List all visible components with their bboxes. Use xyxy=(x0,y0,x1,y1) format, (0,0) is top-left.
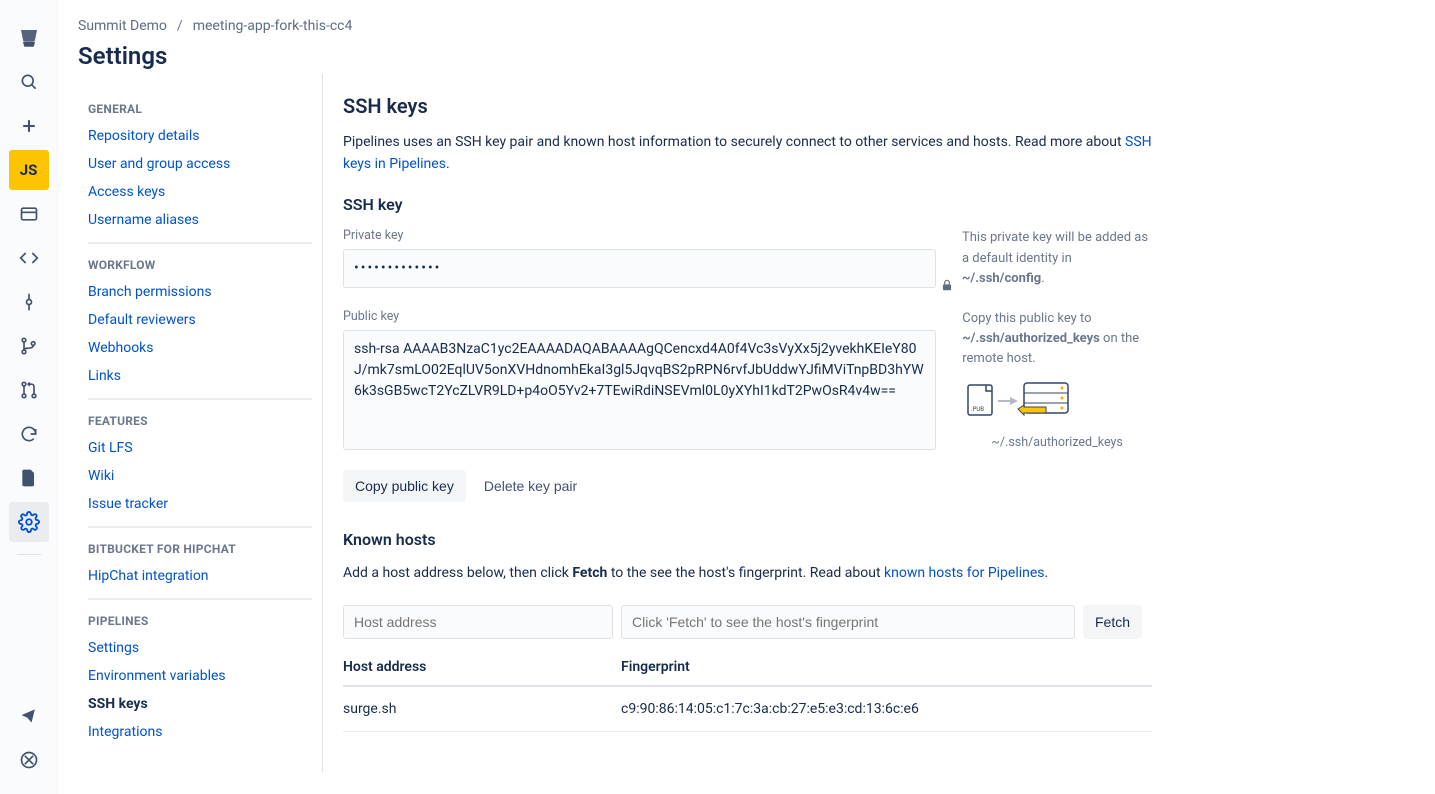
svg-text:.PUB: .PUB xyxy=(971,406,984,413)
known-hosts-title: Known hosts xyxy=(343,530,1152,549)
breadcrumb-project[interactable]: Summit Demo xyxy=(78,18,167,34)
panel-intro: Pipelines uses an SSH key pair and known… xyxy=(343,132,1152,175)
sidebar-heading-general: GENERAL xyxy=(88,92,312,122)
sidebar-item-branch-permissions[interactable]: Branch permissions xyxy=(88,278,312,306)
sidebar-item-issue-tracker[interactable]: Issue tracker xyxy=(88,490,312,518)
private-key-label: Private key xyxy=(343,228,936,243)
sidebar-item-ssh-keys[interactable]: SSH keys xyxy=(88,690,312,718)
sidebar-item-access-keys[interactable]: Access keys xyxy=(88,178,312,206)
sidebar-item-git-lfs[interactable]: Git LFS xyxy=(88,434,312,462)
delete-key-pair-button[interactable]: Delete key pair xyxy=(472,470,589,502)
sidebar-heading-pipelines: PIPELINES xyxy=(88,604,312,634)
sidebar-item-webhooks[interactable]: Webhooks xyxy=(88,334,312,362)
sidebar-item-default-reviewers[interactable]: Default reviewers xyxy=(88,306,312,334)
sidebar-item-integrations[interactable]: Integrations xyxy=(88,718,312,746)
sidebar-heading-hipchat: BITBUCKET FOR HIPCHAT xyxy=(88,532,312,562)
breadcrumb-repo[interactable]: meeting-app-fork-this-cc4 xyxy=(193,18,353,34)
copy-public-key-button[interactable]: Copy public key xyxy=(343,470,466,502)
lock-icon xyxy=(940,278,954,292)
ssh-key-subtitle: SSH key xyxy=(343,195,1152,214)
known-host-row: surge.shc9:90:86:14:05:c1:7c:3a:cb:27:e5… xyxy=(343,701,1152,732)
help-icon[interactable] xyxy=(9,740,49,780)
fingerprint-cell: c9:90:86:14:05:c1:7c:3a:cb:27:e5:e3:cd:1… xyxy=(621,701,1152,717)
sidebar-item-repository-details[interactable]: Repository details xyxy=(88,122,312,150)
host-address-input[interactable] xyxy=(343,605,613,639)
sidebar-item-links[interactable]: Links xyxy=(88,362,312,390)
private-key-hint: This private key will be added as a defa… xyxy=(962,228,1152,288)
main-panel: SSH keys Pipelines uses an SSH key pair … xyxy=(322,74,1172,772)
authorized-keys-illustration: .PUB ~/.ssh/author xyxy=(962,379,1152,450)
known-hosts-intro: Add a host address below, then click Fet… xyxy=(343,563,1152,585)
sidebar-item-username-aliases[interactable]: Username aliases xyxy=(88,206,312,234)
public-key-label: Public key xyxy=(343,309,936,324)
host-cell: surge.sh xyxy=(343,701,621,717)
fingerprint-display xyxy=(621,605,1075,639)
bitbucket-logo-icon[interactable] xyxy=(9,18,49,58)
settings-sidebar: GENERALRepository detailsUser and group … xyxy=(78,74,322,772)
sidebar-item-environment-variables[interactable]: Environment variables xyxy=(88,662,312,690)
panel-title: SSH keys xyxy=(343,94,1152,118)
sidebar-item-wiki[interactable]: Wiki xyxy=(88,462,312,490)
project-avatar[interactable]: JS xyxy=(9,150,49,190)
left-rail: JS xyxy=(0,0,58,794)
settings-gear-icon[interactable] xyxy=(9,502,49,542)
pipelines-icon[interactable] xyxy=(9,414,49,454)
sidebar-item-user-and-group-access[interactable]: User and group access xyxy=(88,150,312,178)
page-title: Settings xyxy=(78,42,1415,70)
public-key-field[interactable]: ssh-rsa AAAAB3NzaC1yc2EAAAADAQABAAAAgQCe… xyxy=(343,330,936,450)
public-key-hint: Copy this public key to ~/.ssh/authorize… xyxy=(962,309,1152,369)
downloads-icon[interactable] xyxy=(9,458,49,498)
overview-icon[interactable] xyxy=(9,194,49,234)
create-icon[interactable] xyxy=(9,106,49,146)
breadcrumb-separator: / xyxy=(177,18,183,34)
branches-icon[interactable] xyxy=(9,326,49,366)
sidebar-item-hipchat-integration[interactable]: HipChat integration xyxy=(88,562,312,590)
fetch-button[interactable]: Fetch xyxy=(1083,605,1142,639)
known-hosts-doc-link[interactable]: known hosts for Pipelines xyxy=(884,565,1045,581)
source-icon[interactable] xyxy=(9,238,49,278)
breadcrumb: Summit Demo / meeting-app-fork-this-cc4 xyxy=(78,18,1415,42)
private-key-field: ••••••••••••• xyxy=(343,249,936,288)
feedback-icon[interactable] xyxy=(9,696,49,736)
sidebar-heading-features: FEATURES xyxy=(88,404,312,434)
search-icon[interactable] xyxy=(9,62,49,102)
commits-icon[interactable] xyxy=(9,282,49,322)
pull-requests-icon[interactable] xyxy=(9,370,49,410)
known-hosts-table-header: Host address Fingerprint xyxy=(343,659,1152,687)
sidebar-item-settings[interactable]: Settings xyxy=(88,634,312,662)
rail-divider xyxy=(17,554,41,555)
sidebar-heading-workflow: WORKFLOW xyxy=(88,248,312,278)
